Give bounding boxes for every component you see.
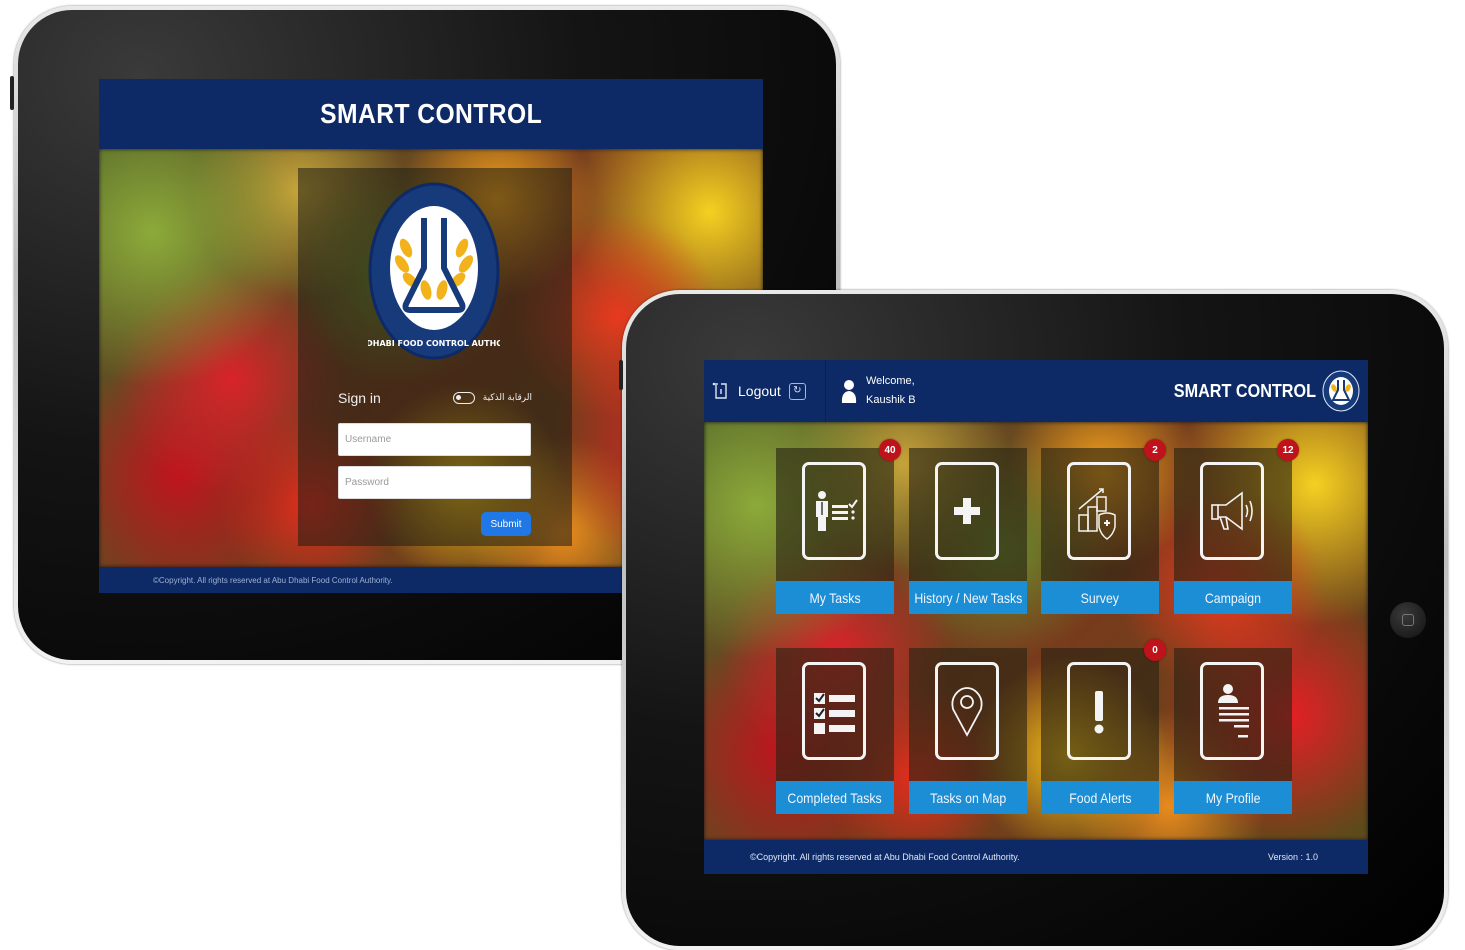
tile-campaign[interactable]: 12 Campaign: [1174, 439, 1299, 614]
smart-control-toggle-group: الرقابة الذكية: [452, 392, 532, 404]
login-panel: ABU DHABI FOOD CONTROL AUTHORITY Sign in…: [298, 168, 572, 546]
refresh-icon[interactable]: ↻: [788, 382, 806, 400]
logout-area: Logout ↻: [704, 360, 826, 422]
notification-badge: 12: [1277, 439, 1299, 461]
checklist-icon: [814, 693, 855, 734]
username-input[interactable]: [338, 423, 531, 456]
language-toggle[interactable]: [452, 392, 475, 404]
tile-survey[interactable]: 2 Survey: [1041, 439, 1166, 614]
sign-in-row: Sign in الرقابة الذكية: [338, 388, 532, 408]
user-welcome: Welcome, Kaushik B: [826, 372, 916, 410]
tile-label: Food Alerts: [1041, 781, 1159, 814]
login-header: SMART CONTROL: [99, 79, 763, 149]
volume-button: [10, 76, 14, 110]
tile-my-profile[interactable]: My Profile: [1174, 648, 1292, 814]
brand-area: SMART CONTROL: [1158, 370, 1368, 412]
svg-text:ABU DHABI FOOD CONTROL AUTHORI: ABU DHABI FOOD CONTROL AUTHORITY: [368, 339, 500, 348]
map-pin-icon: [951, 687, 983, 737]
user-name: Kaushik B: [866, 394, 916, 406]
megaphone-icon: [1211, 491, 1253, 531]
notification-badge: 0: [1144, 639, 1166, 661]
tile-label: My Profile: [1174, 781, 1292, 814]
tablet-dashboard-device: Logout ↻ Welcome, Kaushik B SMART CONTRO…: [622, 290, 1448, 950]
toggle-label: الرقابة الذكية: [482, 393, 532, 403]
volume-button: [619, 360, 623, 390]
tile-tasks-on-map[interactable]: Tasks on Map: [909, 648, 1027, 814]
home-button[interactable]: [1390, 602, 1426, 638]
welcome-greeting: Welcome,: [866, 375, 915, 387]
tile-label: Campaign: [1174, 581, 1292, 614]
welcome-text: Welcome, Kaushik B: [866, 372, 916, 410]
dashboard-body: 40 My Tasks History / New Tasks 2 Survey…: [704, 422, 1368, 840]
version-text: Version : 1.0: [1267, 852, 1318, 862]
user-icon: [841, 380, 857, 403]
copyright-text: ©Copyright. All rights reserved at Abu D…: [153, 575, 393, 585]
copyright-text: ©Copyright. All rights reserved at Abu D…: [750, 852, 1020, 862]
adfca-logo-icon: [1322, 370, 1360, 412]
notification-badge: 40: [879, 439, 901, 461]
sign-in-label: Sign in: [338, 390, 381, 406]
tile-my-tasks[interactable]: 40 My Tasks: [776, 439, 901, 614]
submit-button[interactable]: Submit: [481, 512, 531, 536]
app-title: SMART CONTROL: [319, 98, 542, 129]
survey-icon: [1078, 488, 1116, 540]
dashboard-footer: ©Copyright. All rights reserved at Abu D…: [704, 840, 1368, 874]
exclamation-icon: [1094, 691, 1104, 734]
tile-label: Survey: [1041, 581, 1159, 614]
tile-label: History / New Tasks: [909, 581, 1027, 614]
profile-icon: [1218, 684, 1249, 738]
tablet-bezel: Logout ↻ Welcome, Kaushik B SMART CONTRO…: [626, 294, 1444, 946]
dashboard-screen: Logout ↻ Welcome, Kaushik B SMART CONTRO…: [704, 360, 1368, 874]
tile-food-alerts[interactable]: 0 Food Alerts: [1041, 639, 1166, 814]
brand-title: SMART CONTROL: [1173, 380, 1316, 401]
notification-badge: 2: [1144, 439, 1166, 461]
home-square-icon: [1402, 614, 1414, 626]
logout-button[interactable]: Logout: [738, 383, 781, 399]
password-input[interactable]: [338, 466, 531, 499]
dashboard-header: Logout ↻ Welcome, Kaushik B SMART CONTRO…: [704, 360, 1368, 422]
tile-label: My Tasks: [776, 581, 894, 614]
tile-label: Completed Tasks: [776, 781, 894, 814]
tile-label: Tasks on Map: [909, 781, 1027, 814]
tile-completed-tasks[interactable]: Completed Tasks: [776, 648, 894, 814]
adfca-logo-icon: ABU DHABI FOOD CONTROL AUTHORITY: [345, 182, 524, 360]
logout-icon[interactable]: [712, 382, 728, 400]
tile-history-new-tasks[interactable]: History / New Tasks: [909, 448, 1027, 614]
plus-icon: [954, 498, 980, 524]
my-tasks-icon: [816, 491, 858, 531]
